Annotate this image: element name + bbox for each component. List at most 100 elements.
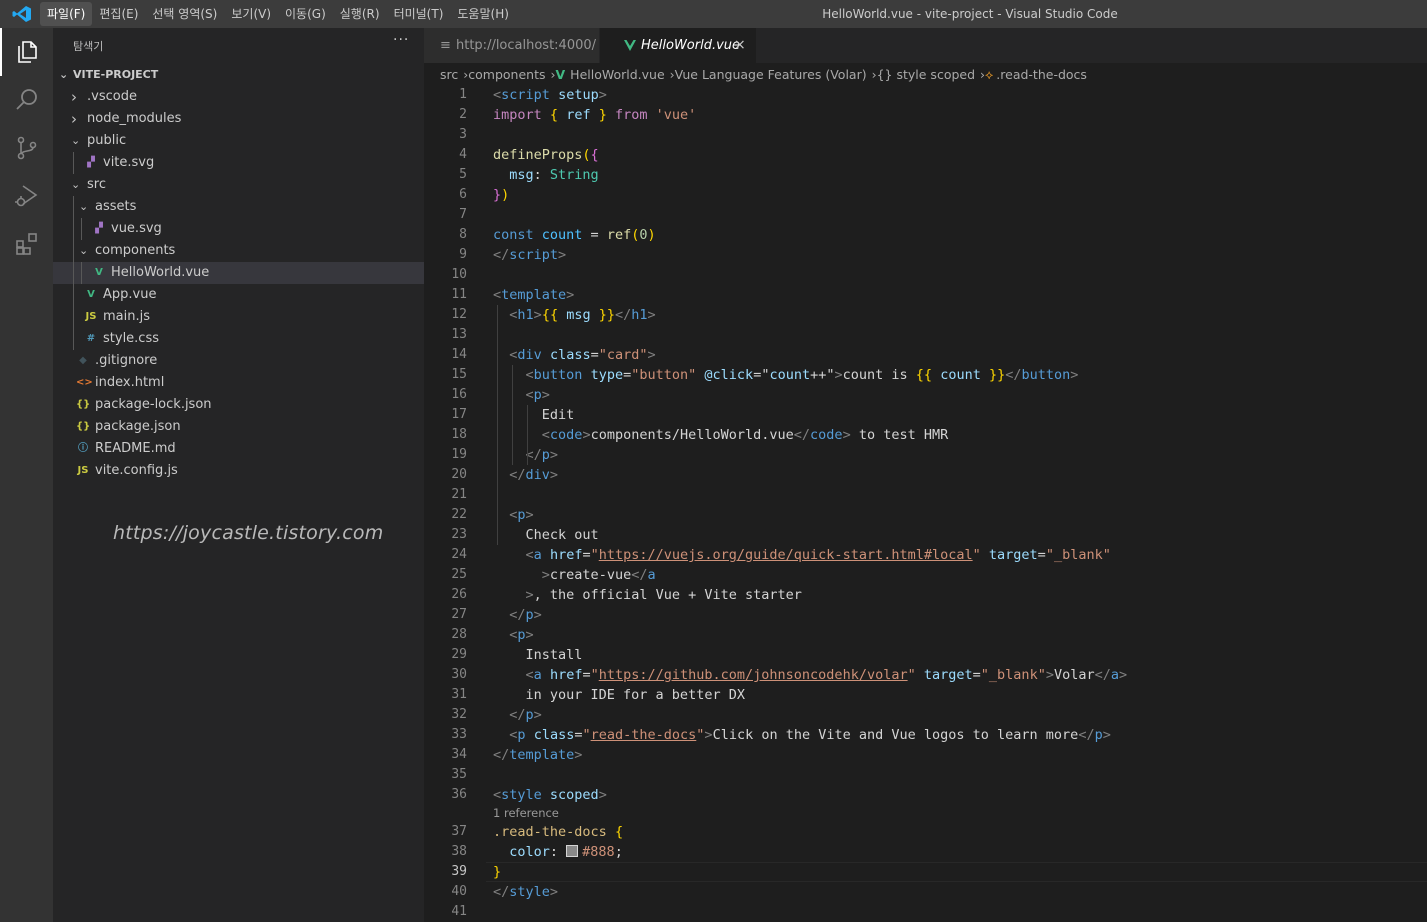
tree-file[interactable]: # style.css xyxy=(53,328,424,350)
code-token: count is xyxy=(842,367,916,383)
code-token: > xyxy=(1045,667,1054,683)
line-number: 4 xyxy=(459,147,467,162)
tree-item-label: vite.config.js xyxy=(95,463,178,478)
more-actions-icon[interactable]: ··· xyxy=(393,32,409,48)
tab-label: http://localhost:4000/ xyxy=(456,38,597,53)
project-section-header[interactable]: ⌄ VITE-PROJECT xyxy=(53,64,424,86)
code-token: : xyxy=(549,844,567,860)
chevron-down-icon: ⌄ xyxy=(79,244,89,257)
tree-file[interactable]: ▞ vite.svg xyxy=(53,152,424,174)
menu-item[interactable]: 실행(R) xyxy=(333,2,387,26)
tree-file[interactable]: V HelloWorld.vue xyxy=(53,262,424,284)
tree-folder[interactable]: › .vscode xyxy=(53,86,424,108)
indent-guide xyxy=(73,306,74,328)
line-number: 15 xyxy=(451,367,467,382)
extensions-icon[interactable] xyxy=(0,220,53,268)
source-control-icon[interactable] xyxy=(0,124,53,172)
line-number: 1 xyxy=(459,87,467,102)
tree-item-label: src xyxy=(87,177,106,192)
tree-file[interactable]: ▞ vue.svg xyxy=(53,218,424,240)
code-line: <p> xyxy=(493,625,533,645)
tree-item-label: .gitignore xyxy=(95,353,158,368)
explorer-icon[interactable] xyxy=(0,28,53,76)
tree-folder[interactable]: ⌄ components xyxy=(53,240,424,262)
code-token: { xyxy=(614,824,624,840)
tree-file[interactable]: <> index.html xyxy=(53,372,424,394)
code-token: 'vue' xyxy=(655,107,697,123)
code-token: Check out xyxy=(493,527,599,543)
menu-item[interactable]: 터미널(T) xyxy=(387,2,451,26)
code-token: ) xyxy=(647,227,656,243)
indent-guide xyxy=(81,218,82,240)
code-line: in your IDE for a better DX xyxy=(493,685,745,705)
line-number: 19 xyxy=(451,447,467,462)
code-token: msg xyxy=(566,307,591,323)
tree-folder[interactable]: ⌄ src xyxy=(53,174,424,196)
code-token: > xyxy=(549,447,559,463)
line-number: 36 xyxy=(451,787,467,802)
menu-item[interactable]: 이동(G) xyxy=(278,2,333,26)
breadcrumb-item[interactable]: components xyxy=(468,67,545,82)
code-token: = xyxy=(582,547,591,563)
menu-item[interactable]: 도움말(H) xyxy=(450,2,516,26)
code-line: msg: String xyxy=(493,165,598,185)
vue-file-icon: V xyxy=(95,267,103,278)
tree-file[interactable]: ⓘ README.md xyxy=(53,438,424,460)
menu-item[interactable]: 보기(V) xyxy=(224,2,278,26)
tab-helloworld-vue[interactable]: HelloWorld.vue × xyxy=(600,28,756,63)
code-token: "_blank" xyxy=(1045,547,1111,563)
tree-folder[interactable]: › node_modules xyxy=(53,108,424,130)
breadcrumb-item[interactable]: Vue Language Features (Volar) xyxy=(675,67,867,82)
code-token: = xyxy=(1037,547,1046,563)
color-swatch[interactable] xyxy=(566,845,579,857)
tree-file[interactable]: JS vite.config.js xyxy=(53,460,424,482)
tree-file[interactable]: ◆ .gitignore xyxy=(53,350,424,372)
code-line: defineProps({ xyxy=(493,145,599,165)
tree-file[interactable]: {} package-lock.json xyxy=(53,394,424,416)
tab-localhost-preview[interactable]: ≡ http://localhost:4000/ xyxy=(424,28,599,63)
menu-item[interactable]: 선택 영역(S) xyxy=(145,2,224,26)
preview-icon: ≡ xyxy=(440,38,451,53)
tree-file[interactable]: {} package.json xyxy=(53,416,424,438)
code-token: > xyxy=(647,347,656,363)
line-number: 11 xyxy=(451,287,467,302)
breadcrumb-item[interactable]: src xyxy=(440,67,458,82)
search-icon[interactable] xyxy=(0,76,53,124)
code-token: > xyxy=(566,287,575,303)
indent-guide xyxy=(527,405,528,465)
tree-folder[interactable]: ⌄ assets xyxy=(53,196,424,218)
breadcrumb-item[interactable]: .read-the-docs xyxy=(996,67,1087,82)
menu-item[interactable]: 파일(F) xyxy=(40,2,93,26)
menu-item[interactable]: 편집(E) xyxy=(92,2,145,26)
watermark: https://joycastle.tistory.com xyxy=(113,522,384,544)
code-line: <script setup> xyxy=(493,85,607,105)
breadcrumb-item[interactable]: HelloWorld.vue xyxy=(570,67,665,82)
tree-file[interactable]: V App.vue xyxy=(53,284,424,306)
line-number: 8 xyxy=(459,227,467,242)
code-editor[interactable]: 1 <script setup> 2 import { ref } from 'vue… xyxy=(424,85,1427,922)
code-token: .read-the-docs xyxy=(493,824,607,840)
code-token: {{ xyxy=(541,307,559,323)
code-token: in your IDE for a better DX xyxy=(493,687,745,703)
code-token: { xyxy=(590,147,599,163)
code-token: > xyxy=(834,367,843,383)
line-number: 41 xyxy=(451,904,467,919)
run-debug-icon[interactable] xyxy=(0,172,53,220)
tree-file[interactable]: JS main.js xyxy=(53,306,424,328)
breadcrumb-item[interactable]: {} style scoped xyxy=(877,67,975,82)
close-icon[interactable]: × xyxy=(734,28,746,63)
window-title: HelloWorld.vue - vite-project - Visual S… xyxy=(822,7,1118,21)
code-token: </ xyxy=(1005,367,1022,383)
code-token: button xyxy=(1021,367,1071,383)
codelens-reference[interactable]: 1 reference xyxy=(493,805,559,822)
tree-folder[interactable]: ⌄ public xyxy=(53,130,424,152)
code-token: read-the-docs xyxy=(590,727,697,743)
line-number: 5 xyxy=(459,167,467,182)
